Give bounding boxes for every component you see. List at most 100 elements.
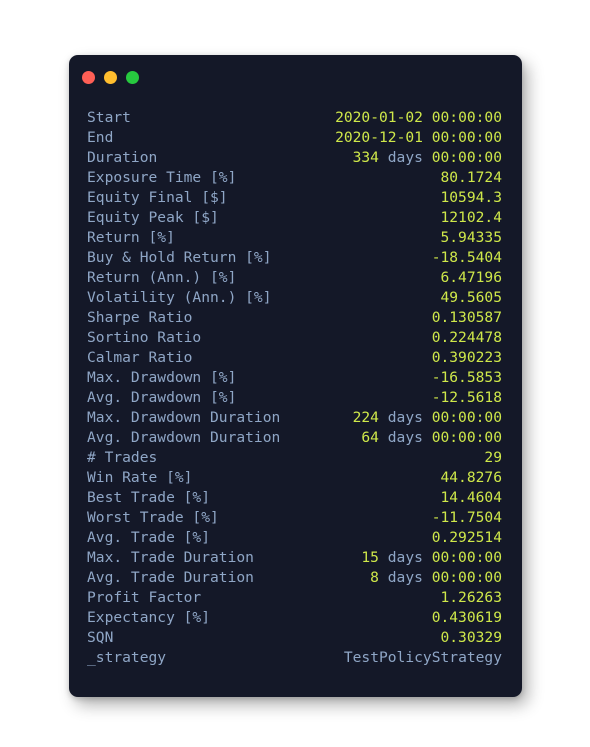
stat-value: 14.4604 xyxy=(440,489,502,506)
stat-label: Sharpe Ratio xyxy=(87,309,193,326)
stat-value: 15 days 00:00:00 xyxy=(361,548,502,568)
backtest-stats-output: Start 2020-01-02 00:00:00 End 2020-12-01 00… xyxy=(69,99,522,668)
stat-row: Avg. Drawdown Duration 64 days 00:00:00 xyxy=(87,428,502,448)
duration-time: 00:00:00 xyxy=(431,409,502,426)
stat-label: Max. Trade Duration xyxy=(87,549,254,566)
stat-value: 0.292514 xyxy=(431,529,502,546)
duration-amount: 8 xyxy=(370,569,379,586)
stat-label: Worst Trade [%] xyxy=(87,509,219,526)
stat-label: # Trades xyxy=(87,449,158,466)
stat-row: Equity Peak [$] 12102.4 xyxy=(87,208,502,228)
stat-label: Win Rate [%] xyxy=(87,469,193,486)
stat-row: Win Rate [%] 44.8276 xyxy=(87,468,502,488)
stat-row: Equity Final [$] 10594.3 xyxy=(87,188,502,208)
stat-label: Equity Peak [$] xyxy=(87,209,219,226)
stat-row: Return [%] 5.94335 xyxy=(87,228,502,248)
duration-unit: days xyxy=(387,429,423,446)
stat-value: 29 xyxy=(484,449,502,466)
stat-value: 0.390223 xyxy=(431,349,502,366)
minimize-window-button[interactable] xyxy=(104,70,117,84)
stat-label: _strategy xyxy=(87,649,167,666)
stat-label: Exposure Time [%] xyxy=(87,169,237,186)
stat-value: 80.1724 xyxy=(440,169,502,186)
duration-time: 00:00:00 xyxy=(431,549,502,566)
duration-amount: 64 xyxy=(361,429,379,446)
stat-label: Best Trade [%] xyxy=(87,489,211,506)
stat-value: 2020-01-02 00:00:00 xyxy=(335,109,502,126)
stat-row: Max. Drawdown Duration 224 days 00:00:00 xyxy=(87,408,502,428)
duration-amount: 15 xyxy=(361,549,379,566)
stat-row: Avg. Drawdown [%] -12.5618 xyxy=(87,388,502,408)
stat-label: Avg. Trade Duration xyxy=(87,569,254,586)
stat-row: Best Trade [%] 14.4604 xyxy=(87,488,502,508)
stat-label: Calmar Ratio xyxy=(87,349,193,366)
stat-value: TestPolicyStrategy xyxy=(343,649,502,666)
stat-label: Equity Final [$] xyxy=(87,189,228,206)
stat-row: # Trades 29 xyxy=(87,448,502,468)
stat-row: _strategy TestPolicyStrategy xyxy=(87,648,502,668)
stat-row: Exposure Time [%] 80.1724 xyxy=(87,168,502,188)
stat-label: Max. Drawdown [%] xyxy=(87,369,237,386)
stat-value: 49.5605 xyxy=(440,289,502,306)
stat-label: Avg. Drawdown [%] xyxy=(87,389,237,406)
stat-value: 6.47196 xyxy=(440,269,502,286)
stat-value: -18.5404 xyxy=(431,249,502,266)
stat-row: Sortino Ratio 0.224478 xyxy=(87,328,502,348)
stat-row: Volatility (Ann.) [%] 49.5605 xyxy=(87,288,502,308)
stat-label: Start xyxy=(87,109,131,126)
stat-label: Volatility (Ann.) [%] xyxy=(87,289,272,306)
stat-label: Buy & Hold Return [%] xyxy=(87,249,272,266)
stat-label: Expectancy [%] xyxy=(87,609,211,626)
stat-row: Expectancy [%] 0.430619 xyxy=(87,608,502,628)
stat-row: Sharpe Ratio 0.130587 xyxy=(87,308,502,328)
stat-value: 5.94335 xyxy=(440,229,502,246)
stat-row: End 2020-12-01 00:00:00 xyxy=(87,128,502,148)
stat-value: 10594.3 xyxy=(440,189,502,206)
stat-value: 8 days 00:00:00 xyxy=(370,568,502,588)
stat-label: Max. Drawdown Duration xyxy=(87,409,281,426)
stat-value: 224 days 00:00:00 xyxy=(353,408,502,428)
terminal-titlebar[interactable] xyxy=(69,55,522,99)
stat-row: SQN 0.30329 xyxy=(87,628,502,648)
stat-row: Max. Drawdown [%] -16.5853 xyxy=(87,368,502,388)
duration-amount: 334 xyxy=(352,149,379,166)
stat-row: Buy & Hold Return [%] -18.5404 xyxy=(87,248,502,268)
maximize-window-button[interactable] xyxy=(126,70,139,84)
stat-value: 44.8276 xyxy=(440,469,502,486)
stat-value: -16.5853 xyxy=(431,369,502,386)
duration-unit: days xyxy=(387,409,423,426)
stat-value: -12.5618 xyxy=(431,389,502,406)
stat-label: SQN xyxy=(87,629,114,646)
close-window-button[interactable] xyxy=(82,70,95,84)
stat-row: Worst Trade [%] -11.7504 xyxy=(87,508,502,528)
stat-label: End xyxy=(87,129,114,146)
stat-row: Start 2020-01-02 00:00:00 xyxy=(87,108,502,128)
stat-value: 2020-12-01 00:00:00 xyxy=(335,129,502,146)
duration-unit: days xyxy=(387,549,423,566)
stat-row: Return (Ann.) [%] 6.47196 xyxy=(87,268,502,288)
stat-label: Avg. Trade [%] xyxy=(87,529,211,546)
stat-value: 64 days 00:00:00 xyxy=(361,428,502,448)
stat-row: Duration 334 days 00:00:00 xyxy=(87,148,502,168)
stat-row: Calmar Ratio 0.390223 xyxy=(87,348,502,368)
duration-amount: 224 xyxy=(352,409,379,426)
duration-time: 00:00:00 xyxy=(431,149,502,166)
stat-value: 0.130587 xyxy=(431,309,502,326)
stat-value: 334 days 00:00:00 xyxy=(353,148,502,168)
stat-value: 1.26263 xyxy=(440,589,502,606)
stat-label: Profit Factor xyxy=(87,589,202,606)
stat-label: Return [%] xyxy=(87,229,175,246)
duration-unit: days xyxy=(387,569,423,586)
stat-value: 0.224478 xyxy=(431,329,502,346)
page-root: Start 2020-01-02 00:00:00 End 2020-12-01 00… xyxy=(0,0,590,747)
duration-unit: days xyxy=(387,149,423,166)
stat-row: Max. Trade Duration 15 days 00:00:00 xyxy=(87,548,502,568)
duration-time: 00:00:00 xyxy=(431,569,502,586)
stat-row: Avg. Trade [%] 0.292514 xyxy=(87,528,502,548)
stat-row: Avg. Trade Duration 8 days 00:00:00 xyxy=(87,568,502,588)
stat-value: 0.30329 xyxy=(440,629,502,646)
stat-label: Duration xyxy=(87,149,158,166)
stat-row: Profit Factor 1.26263 xyxy=(87,588,502,608)
stat-label: Sortino Ratio xyxy=(87,329,202,346)
stat-value: 12102.4 xyxy=(440,209,502,226)
